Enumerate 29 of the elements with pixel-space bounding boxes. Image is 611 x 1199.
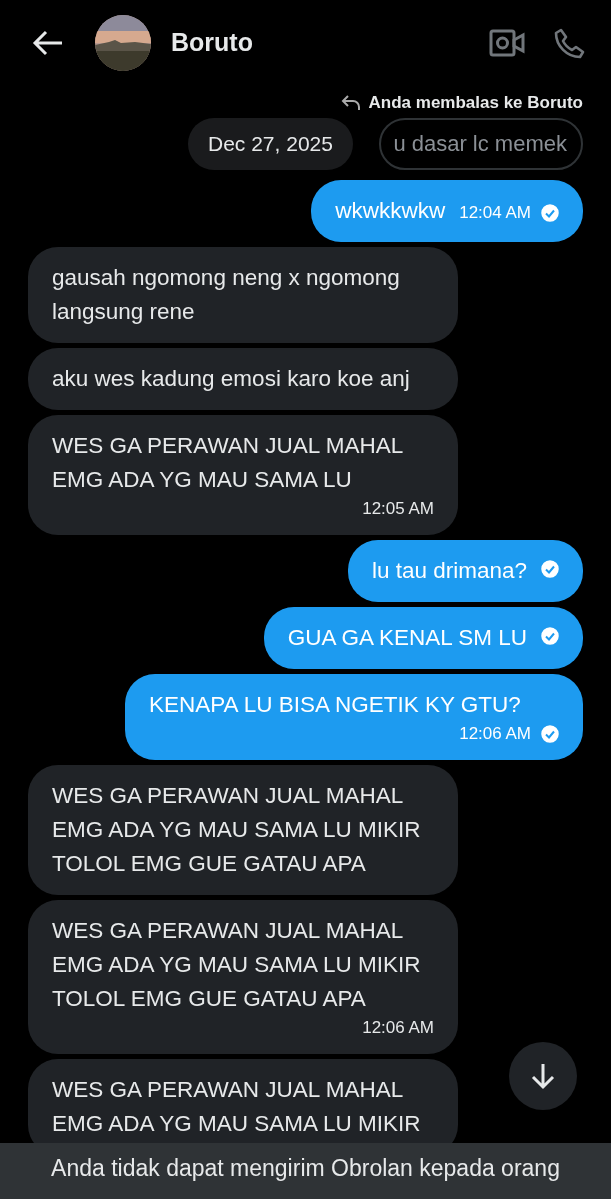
message-time: 12:06 AM: [362, 1017, 434, 1039]
video-call-icon[interactable]: [489, 27, 525, 58]
message-bubble[interactable]: gausah ngomong neng x ngomong langsung rene: [28, 247, 458, 343]
message-text: WES GA PERAWAN JUAL MAHAL EMG ADA YG MAU SAMA LU MIKIR: [52, 1076, 422, 1138]
reply-icon: [340, 94, 361, 112]
message-time: 12:04 AM: [459, 202, 531, 224]
message-text: WES GA PERAWAN JUAL MAHAL EMG ADA YG MAU SAMA LU MIKIR TOLOL EMG GUE GATAU APA: [52, 917, 422, 1013]
reply-label: Anda membalas ke Boruto: [368, 93, 583, 113]
message-time: 12:05 AM: [362, 498, 434, 520]
message-time: 12:06 AM: [459, 723, 531, 745]
date-pill: Dec 27, 2025: [188, 118, 353, 170]
message-bubble[interactable]: aku wes kadung emosi karo koe anj: [28, 348, 458, 410]
contact-name: Boruto: [171, 28, 253, 57]
message-text: aku wes kadung emosi karo koe anj: [52, 365, 410, 393]
message-text: WES GA PERAWAN JUAL MAHAL EMG ADA YG MAU SAMA LU MIKIR TOLOL EMG GUE GATAU APA: [52, 782, 422, 878]
message-bubble[interactable]: WES GA PERAWAN JUAL MAHAL EMG ADA YG MAU SAMA LU 12:05 AM: [28, 415, 458, 535]
message-text: KENAPA LU BISA NGETIK KY GTU?: [149, 691, 521, 719]
back-icon[interactable]: [32, 28, 64, 57]
message-text: gausah ngomong neng x ngomong langsung rene: [52, 264, 401, 326]
message-text: WES GA PERAWAN JUAL MAHAL EMG ADA YG MAU SAMA LU: [52, 432, 404, 494]
message-bubble[interactable]: WES GA PERAWAN JUAL MAHAL EMG ADA YG MAU SAMA LU MIKIR TOLOL EMG GUE GATAU APA: [28, 765, 458, 895]
phone-icon[interactable]: [553, 26, 585, 59]
message-bubble[interactable]: WES GA PERAWAN JUAL MAHAL EMG ADA YG MAU SAMA LU MIKIR TOLOL EMG GUE GATAU APA 12:06 AM: [28, 900, 458, 1054]
notice-banner: Anda tidak dapat mengirim Obrolan kepada orang: [0, 1143, 611, 1199]
message-text: GUA GA KENAL SM LU: [287, 624, 527, 652]
quoted-message[interactable]: u dasar lc memek: [379, 118, 583, 170]
message-text: wkwkkwkw: [335, 197, 446, 225]
message-bubble[interactable]: WES GA PERAWAN JUAL MAHAL EMG ADA YG MAU SAMA LU MIKIR: [28, 1059, 458, 1143]
message-text: lu tau drimana?: [371, 557, 527, 585]
